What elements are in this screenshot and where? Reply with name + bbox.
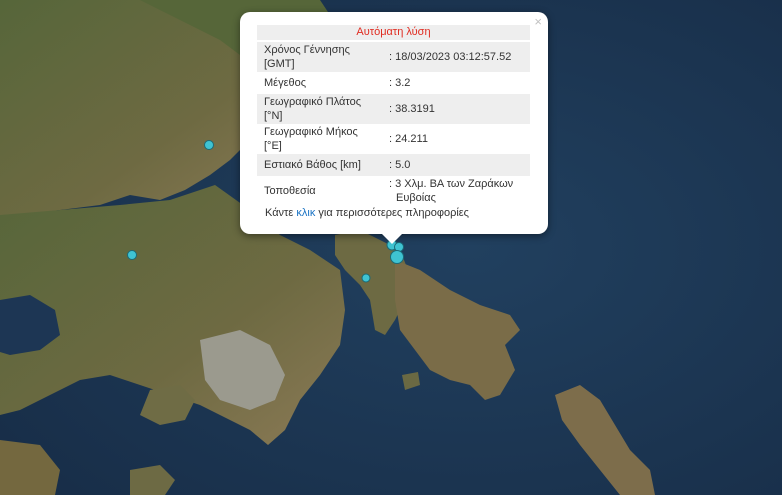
detail-label: Μέγεθος [257,72,389,94]
more-info-note: Κάντε κλικ για περισσότερες πληροφορίες [265,207,469,219]
detail-value-line: : 3.2 [389,77,411,89]
detail-value-line: : 24.211 [389,133,428,145]
detail-row: Χρόνος Γέννησης [GMT] : 18/03/2023 03:12:5… [257,42,530,72]
detail-value-line: : 5.0 [389,159,411,171]
detail-label-line: Τοποθεσία [264,185,316,197]
detail-label: Γεωγραφικό Μήκος [°E] [257,124,389,154]
detail-value-line: : 3 Χλμ. ΒΑ των Ζαράκων [389,178,514,190]
detail-row: Μέγεθος : 3.2 [257,72,530,94]
detail-value: : 18/03/2023 03:12:57.52 [389,42,530,72]
popup-title: Αυτόματη λύση [257,25,530,40]
earthquake-info-popup: × Αυτόματη λύση Χρόνος Γέννησης [GMT] : 18… [240,12,548,244]
quake-marker[interactable] [361,273,371,283]
earthquake-details-table: Χρόνος Γέννησης [GMT] : 18/03/2023 03:12:5… [257,42,530,206]
detail-value: : 3 Χλμ. ΒΑ των Ζαράκων Ευβοίας [389,176,530,206]
detail-label-line: Εστιακό Βάθος [km] [264,159,361,171]
quake-marker[interactable] [204,140,214,150]
close-icon[interactable]: × [534,14,542,30]
detail-label-unit: [GMT] [264,58,295,70]
detail-value: : 5.0 [389,154,530,176]
detail-label: Τοποθεσία [257,176,389,206]
detail-label-line: Γεωγραφικό Μήκος [264,126,358,138]
more-info-link[interactable]: κλικ [296,207,315,219]
detail-value: : 24.211 [389,124,530,154]
detail-row: Γεωγραφικό Πλάτος [°N] : 38.3191 [257,94,530,124]
detail-row: Εστιακό Βάθος [km] : 5.0 [257,154,530,176]
detail-label: Χρόνος Γέννησης [GMT] [257,42,389,72]
detail-value-line: : 38.3191 [389,103,435,115]
quake-marker-selected[interactable] [390,250,404,264]
detail-value: : 3.2 [389,72,530,94]
detail-label: Εστιακό Βάθος [km] [257,154,389,176]
detail-value: : 38.3191 [389,94,530,124]
detail-label: Γεωγραφικό Πλάτος [°N] [257,94,389,124]
quake-marker[interactable] [127,250,137,260]
detail-row: Τοποθεσία : 3 Χλμ. ΒΑ των Ζαράκων Ευβοίας [257,176,530,206]
detail-label-line: Χρόνος Γέννησης [264,44,350,56]
detail-value-line: : 18/03/2023 03:12:57.52 [389,51,512,63]
detail-label-line: Γεωγραφικό Πλάτος [264,96,362,108]
detail-label-unit: [°N] [264,110,283,122]
detail-label-line: Μέγεθος [264,77,307,89]
detail-value-line2: Ευβοίας [396,192,436,204]
detail-label-unit: [°E] [264,140,282,152]
popup-tip [382,234,402,244]
detail-row: Γεωγραφικό Μήκος [°E] : 24.211 [257,124,530,154]
